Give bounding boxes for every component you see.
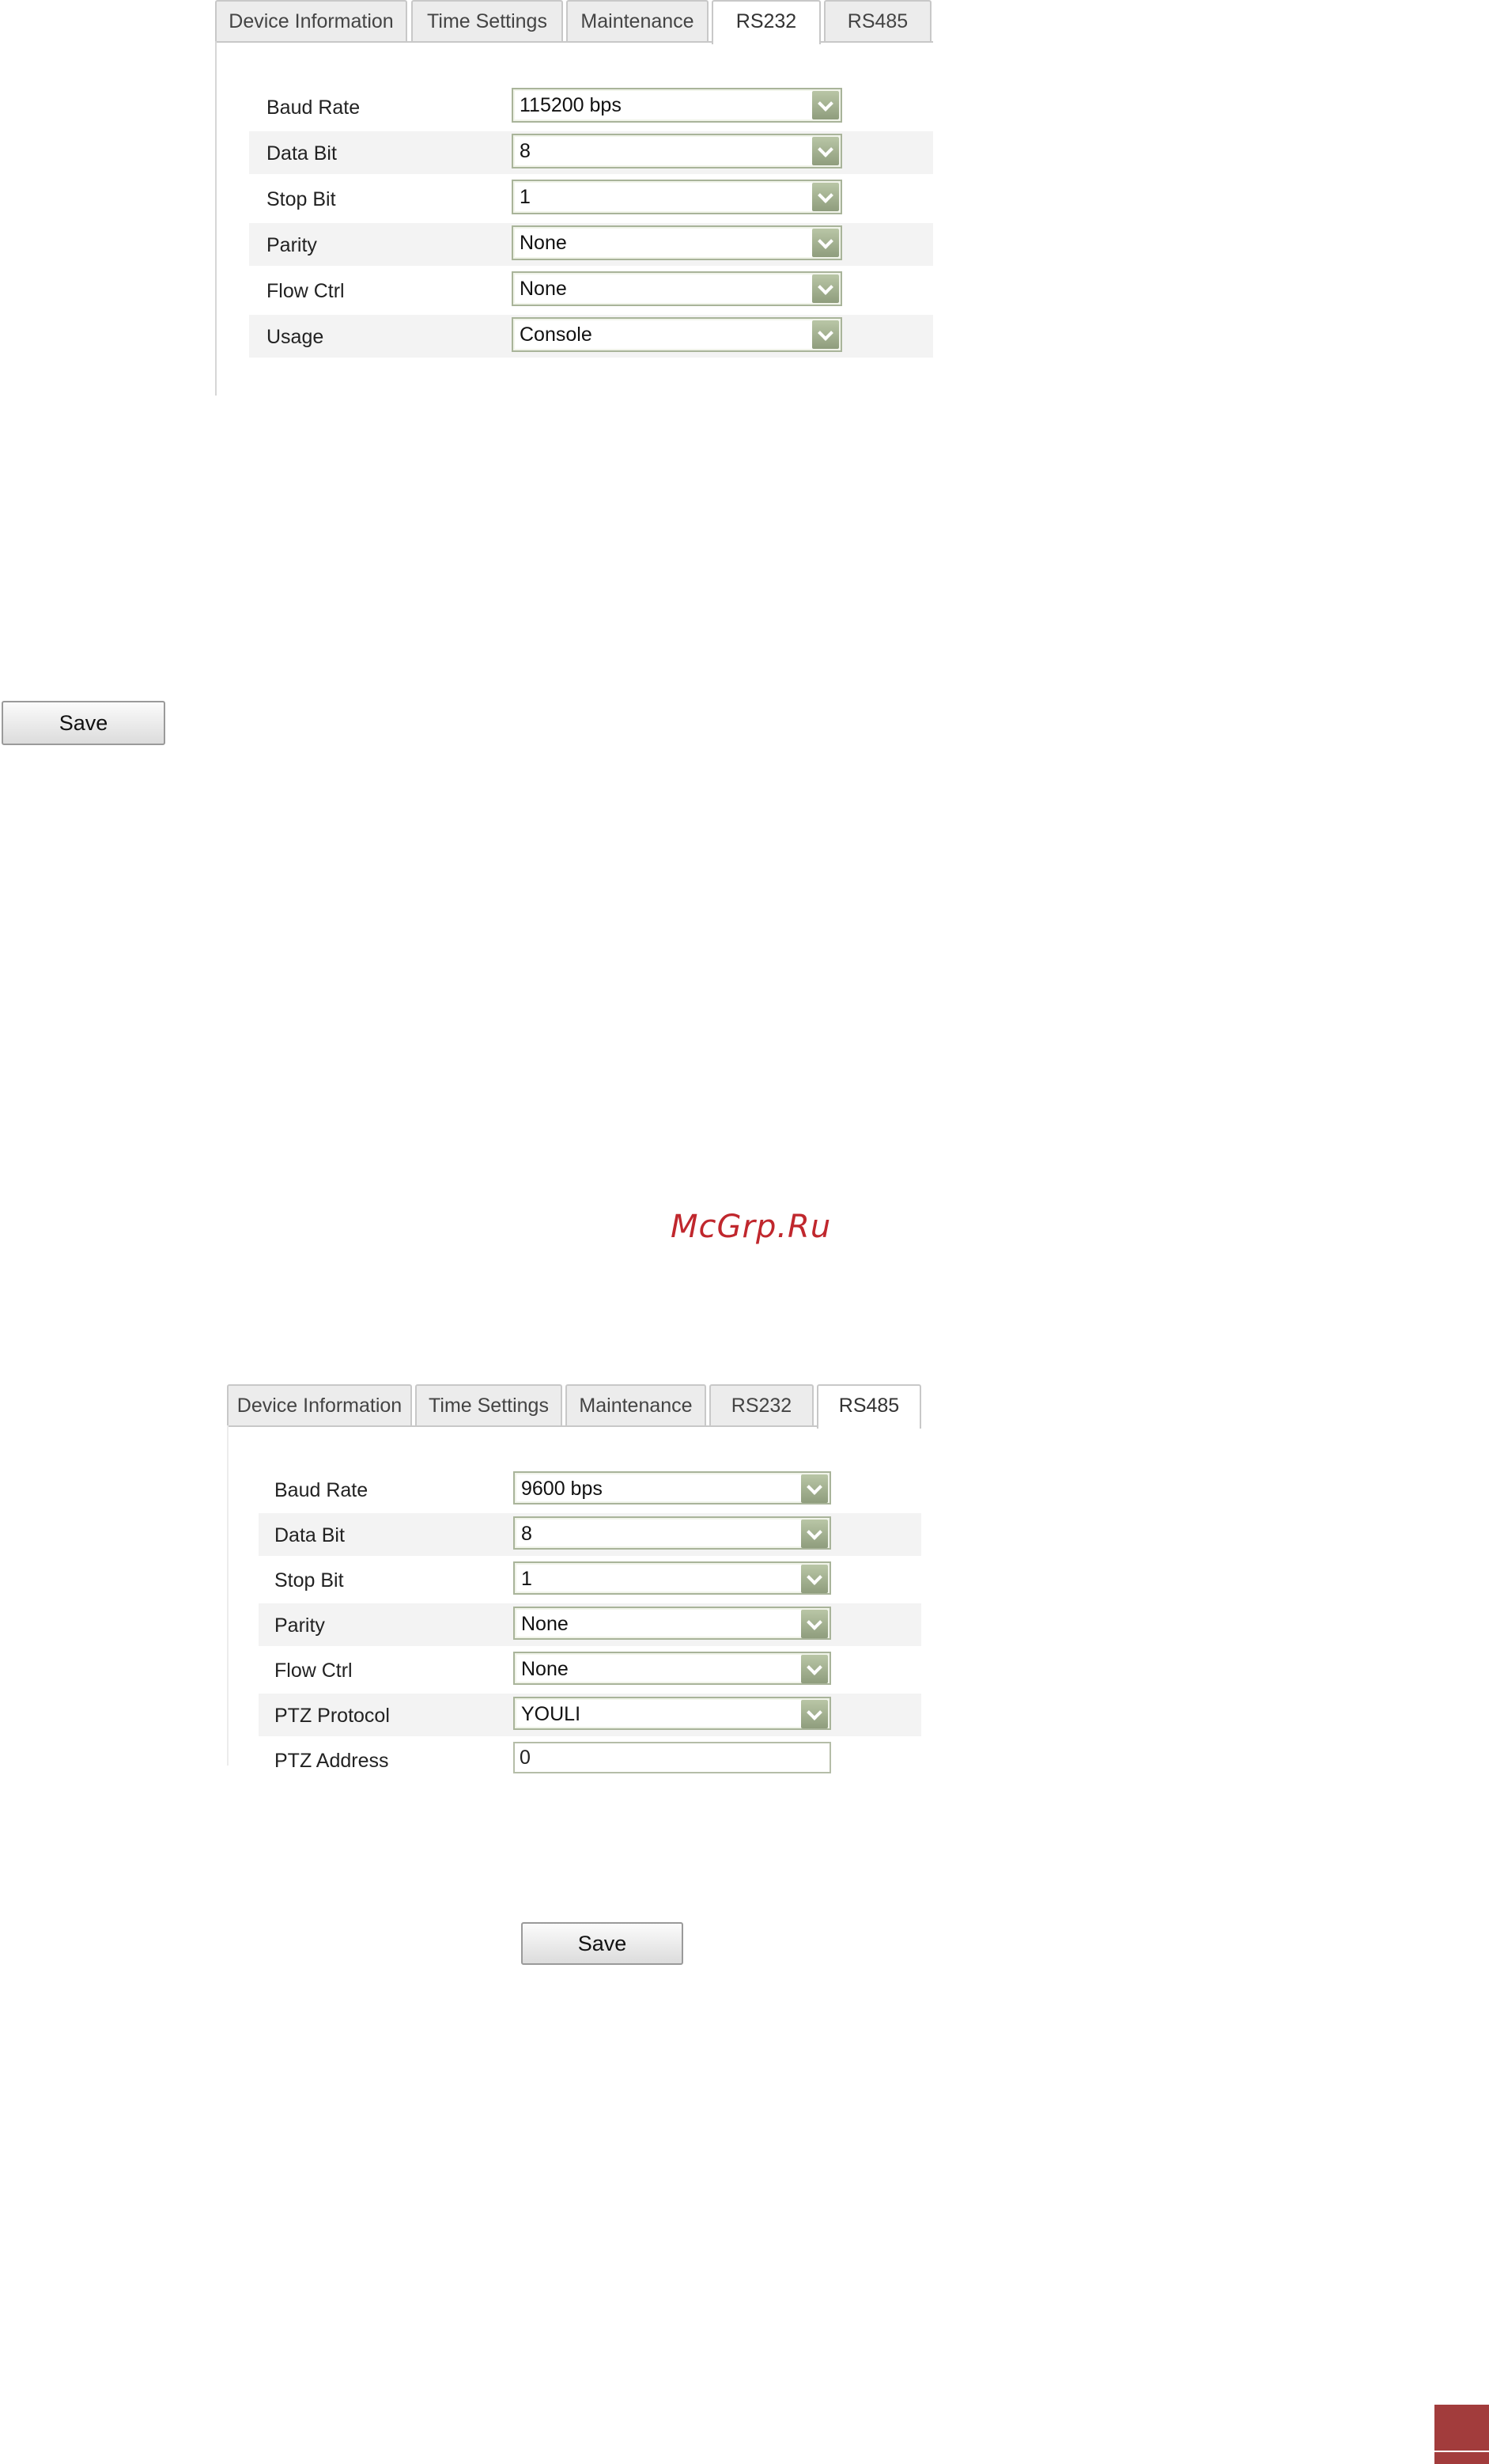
flow-ctrl-row: Flow Ctrl None — [259, 1648, 921, 1691]
chevron-down-icon[interactable] — [801, 1700, 828, 1728]
baud-rate-row: Baud Rate 115200 bps — [249, 85, 933, 128]
stop-bit-select[interactable]: 1 — [513, 1561, 831, 1595]
rs485-panel: Device Information Time Settings Mainten… — [227, 1384, 939, 1811]
parity-value: None — [520, 232, 567, 254]
baud-rate-value: 115200 bps — [520, 94, 622, 116]
flow-ctrl-select[interactable]: None — [513, 1652, 831, 1685]
flow-ctrl-label: Flow Ctrl — [274, 1660, 353, 1682]
baud-rate-row: Baud Rate 9600 bps — [259, 1468, 921, 1511]
rs232-panel: Device Information Time Settings Mainten… — [215, 0, 1006, 396]
data-bit-value: 8 — [520, 140, 531, 162]
tab-time-settings[interactable]: Time Settings — [411, 0, 563, 41]
tab-maintenance[interactable]: Maintenance — [566, 0, 709, 41]
chevron-down-icon[interactable] — [812, 137, 839, 165]
ptz-protocol-select[interactable]: YOULI — [513, 1697, 831, 1730]
stop-bit-value: 1 — [521, 1568, 532, 1590]
tab-rs232[interactable]: RS232 — [709, 1384, 814, 1425]
parity-select[interactable]: None — [512, 225, 842, 260]
watermark-text: McGrp.Ru — [671, 1209, 832, 1245]
ptz-address-input[interactable]: 0 — [513, 1742, 831, 1773]
ptz-protocol-value: YOULI — [521, 1703, 581, 1725]
chevron-down-icon[interactable] — [801, 1520, 828, 1548]
tab-rs485[interactable]: RS485 — [817, 1384, 921, 1429]
usage-select[interactable]: Console — [512, 317, 842, 352]
chevron-down-icon[interactable] — [812, 91, 839, 119]
stop-bit-label: Stop Bit — [274, 1569, 344, 1592]
data-bit-select[interactable]: 8 — [513, 1516, 831, 1550]
usage-label: Usage — [266, 326, 324, 348]
page-corner-block — [1434, 2405, 1489, 2464]
flow-ctrl-row: Flow Ctrl None — [249, 269, 933, 312]
tab-divider — [227, 1425, 817, 1427]
data-bit-row: Data Bit 8 — [249, 131, 933, 174]
parity-value: None — [521, 1613, 569, 1635]
stop-bit-select[interactable]: 1 — [512, 180, 842, 214]
save-button[interactable]: Save — [521, 1922, 683, 1965]
save-button[interactable]: Save — [2, 701, 165, 745]
baud-rate-select[interactable]: 115200 bps — [512, 88, 842, 123]
parity-label: Parity — [274, 1614, 325, 1637]
data-bit-select[interactable]: 8 — [512, 134, 842, 168]
stop-bit-row: Stop Bit 1 — [259, 1558, 921, 1601]
data-bit-label: Data Bit — [274, 1524, 345, 1546]
baud-rate-label: Baud Rate — [274, 1479, 368, 1501]
baud-rate-label: Baud Rate — [266, 97, 361, 119]
chevron-down-icon[interactable] — [801, 1565, 828, 1593]
stop-bit-label: Stop Bit — [266, 188, 336, 210]
parity-select[interactable]: None — [513, 1607, 831, 1640]
chevron-down-icon[interactable] — [812, 274, 839, 303]
baud-rate-value: 9600 bps — [521, 1478, 603, 1500]
flow-ctrl-value: None — [521, 1658, 569, 1680]
ptz-protocol-label: PTZ Protocol — [274, 1705, 390, 1727]
chevron-down-icon[interactable] — [812, 229, 839, 257]
stop-bit-value: 1 — [520, 186, 531, 208]
ptz-protocol-row: PTZ Protocol YOULI — [259, 1694, 921, 1736]
flow-ctrl-value: None — [520, 278, 567, 300]
ptz-address-row: PTZ Address 0 — [259, 1739, 921, 1781]
chevron-down-icon[interactable] — [801, 1655, 828, 1683]
parity-row: Parity None — [249, 223, 933, 266]
tab-time-settings[interactable]: Time Settings — [415, 1384, 562, 1425]
data-bit-value: 8 — [521, 1523, 532, 1545]
flow-ctrl-label: Flow Ctrl — [266, 280, 345, 302]
flow-ctrl-select[interactable]: None — [512, 271, 842, 306]
baud-rate-select[interactable]: 9600 bps — [513, 1471, 831, 1505]
usage-row: Usage Console — [249, 315, 933, 358]
panel-border — [215, 41, 217, 396]
tab-divider — [215, 41, 712, 43]
parity-row: Parity None — [259, 1603, 921, 1646]
parity-label: Parity — [266, 234, 317, 256]
usage-value: Console — [520, 324, 592, 346]
stop-bit-row: Stop Bit 1 — [249, 177, 933, 220]
ptz-address-label: PTZ Address — [274, 1750, 389, 1772]
panel-border — [227, 1425, 229, 1766]
data-bit-label: Data Bit — [266, 142, 337, 165]
chevron-down-icon[interactable] — [812, 320, 839, 349]
chevron-down-icon[interactable] — [812, 183, 839, 211]
tab-device-information[interactable]: Device Information — [215, 0, 407, 41]
tab-rs485[interactable]: RS485 — [824, 0, 932, 41]
tab-divider — [821, 41, 933, 43]
tab-device-information[interactable]: Device Information — [227, 1384, 412, 1425]
tab-maintenance[interactable]: Maintenance — [565, 1384, 706, 1425]
tab-rs232[interactable]: RS232 — [712, 0, 821, 44]
data-bit-row: Data Bit 8 — [259, 1513, 921, 1556]
chevron-down-icon[interactable] — [801, 1474, 828, 1503]
chevron-down-icon[interactable] — [801, 1610, 828, 1638]
